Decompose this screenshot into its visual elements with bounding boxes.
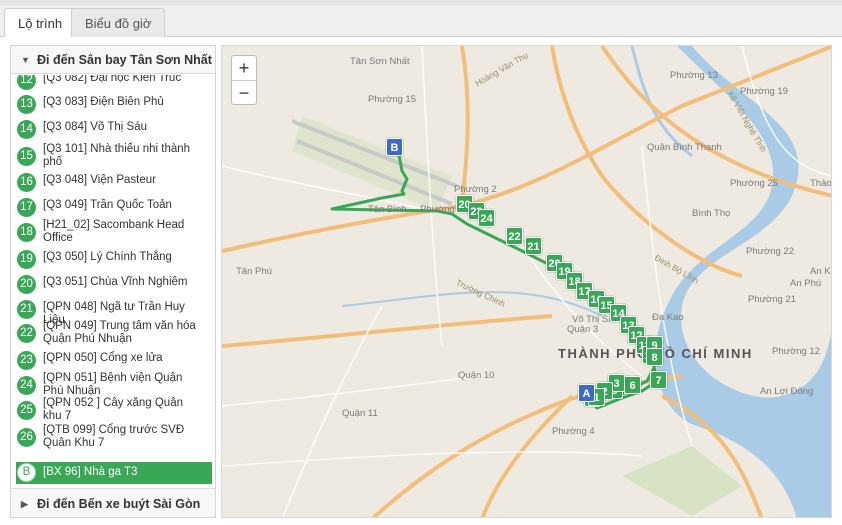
map-label: Phường 13	[670, 70, 718, 81]
stop-item-14[interactable]: 14 [Q3 084] Võ Thị Sáu	[17, 120, 211, 139]
map-label: An Lợi Đông	[760, 386, 814, 397]
map-marker-b[interactable]: B	[386, 138, 403, 156]
stop-list[interactable]: 12 [Q3 082] Đại học Kiến Trúc 13 [Q3 083…	[11, 75, 215, 487]
stop-name: [Q3 101] Nhà thiếu nhi thành phố	[43, 143, 191, 168]
stop-item-12[interactable]: 12 [Q3 082] Đại học Kiến Trúc	[17, 75, 211, 90]
map-label: Phường 19	[740, 86, 788, 97]
stop-item-20[interactable]: 20 [Q3 051] Chùa Vĩnh Nghiêm	[17, 275, 211, 294]
route-outbound-header[interactable]: ▼ Đi đến Sân bay Tân Sơn Nhất	[11, 46, 215, 74]
stop-name: [Q3 051] Chùa Vĩnh Nghiêm	[43, 276, 188, 288]
stop-number-badge: 25	[17, 401, 36, 420]
stop-number-badge: 15	[17, 147, 36, 166]
map-stop-marker[interactable]: 21	[525, 237, 542, 255]
stop-number-badge: 21	[17, 300, 36, 319]
route-outbound-title: Đi đến Sân bay Tân Sơn Nhất	[37, 53, 212, 67]
map-label: Thảo	[810, 178, 832, 189]
map-label: Phường 22	[746, 246, 794, 257]
stop-name: [Q3 048] Viện Pasteur	[43, 174, 156, 186]
main-content: ▼ Đi đến Sân bay Tân Sơn Nhất 12 [Q3 082…	[0, 37, 842, 525]
map-label: Tân Phú	[236, 266, 272, 277]
stop-name: [QPN 052 ] Cây xăng Quân khu 7	[43, 397, 183, 422]
map-stop-marker[interactable]: 22	[506, 227, 523, 245]
stop-name: [QPN 049] Trung tâm văn hóa Quận Phú Nhu…	[43, 320, 196, 345]
zoom-in-button[interactable]: +	[232, 56, 256, 80]
stop-item-16[interactable]: 16 [Q3 048] Viện Pasteur	[17, 173, 211, 192]
stop-name: [Q3 083] Điện Biên Phủ	[43, 96, 164, 108]
map-stop-marker[interactable]: 8	[646, 348, 663, 366]
stop-item-17[interactable]: 17 [Q3 049] Trần Quốc Toản	[17, 198, 211, 217]
map-label: Quận Bình Thạnh	[647, 142, 722, 153]
stop-number-badge: 20	[17, 275, 36, 294]
caret-right-icon: ▶	[21, 499, 28, 509]
map-label: Bình Thọ	[692, 208, 731, 219]
stop-name: [Q3 084] Võ Thị Sáu	[43, 121, 147, 133]
stop-name: [QPN 051] Bệnh viện Quận Phú Nhuận	[43, 372, 183, 397]
stop-number-badge: 13	[17, 95, 36, 114]
canal	[630, 46, 693, 158]
stop-item-24[interactable]: 24 [QPN 051] Bệnh viện Quận Phú Nhuận	[17, 372, 211, 398]
zoom-control: + −	[231, 55, 257, 105]
stop-name: [Q3 049] Trần Quốc Toản	[43, 199, 172, 211]
stop-item-22[interactable]: 22 [QPN 049] Trung tâm văn hóa Quận Phú …	[17, 320, 211, 346]
stop-number-badge: 23	[17, 351, 36, 370]
map-label: Tân Bình	[368, 204, 407, 215]
stop-item-b-selected[interactable]: B [BX 96] Nhà ga T3	[16, 462, 212, 484]
route-sidebar: ▼ Đi đến Sân bay Tân Sơn Nhất 12 [Q3 082…	[10, 45, 216, 518]
stop-item-15[interactable]: 15 [Q3 101] Nhà thiếu nhi thành phố	[17, 143, 211, 169]
map-stop-marker[interactable]: 7	[650, 371, 667, 389]
stop-number-badge: 17	[17, 198, 36, 217]
map-label: Phường 25	[730, 178, 778, 189]
map-label: Phường 2	[454, 184, 497, 195]
stop-number-badge: 14	[17, 120, 36, 139]
stop-number-badge: 18	[17, 223, 36, 242]
map-label: Phường 12	[772, 346, 820, 357]
stop-name: [H21_02] Sacombank Head Office	[43, 219, 185, 244]
tab-schedule[interactable]: Biểu đồ giờ	[71, 8, 166, 37]
map-label: Phường 4	[552, 426, 595, 437]
map-label: Quận 3	[567, 324, 599, 335]
map-stop-marker[interactable]: 24	[478, 209, 495, 227]
map-label: Quận 10	[458, 370, 495, 381]
map-label: An Khánh	[810, 266, 831, 277]
map-label: Phường 21	[748, 294, 796, 305]
stop-number-badge: 26	[17, 428, 36, 447]
map-label: Đa Kao	[652, 312, 684, 323]
map-label: Quận 11	[342, 408, 378, 419]
stop-item-18[interactable]: 18 [H21_02] Sacombank Head Office	[17, 219, 211, 245]
map-stop-marker[interactable]: 6	[624, 376, 641, 394]
stop-number-badge: B	[17, 463, 36, 482]
caret-down-icon: ▼	[21, 55, 30, 65]
stop-name: [Q3 050] Lý Chính Thắng	[43, 251, 172, 263]
tab-bar: Lộ trình Biểu đồ giờ	[0, 6, 842, 38]
map-label: Phường 15	[368, 94, 416, 105]
route-map[interactable]: + − Tân Sơn Nhất Phường 15 Phường 2 Tân …	[221, 45, 832, 518]
stop-number-badge: 24	[17, 376, 36, 395]
route-return-header[interactable]: ▶ Đi đến Bến xe buýt Sài Gòn	[11, 488, 215, 517]
stop-item-13[interactable]: 13 [Q3 083] Điện Biên Phủ	[17, 95, 211, 114]
stop-number-badge: 22	[17, 324, 36, 343]
stop-item-19[interactable]: 19 [Q3 050] Lý Chính Thắng	[17, 250, 211, 269]
tab-route[interactable]: Lộ trình	[4, 8, 77, 38]
stop-name: [QPN 050] Cổng xe lửa	[43, 352, 163, 364]
route-return-title: Đi đến Bến xe buýt Sài Gòn	[37, 497, 201, 511]
zoom-out-button[interactable]: −	[232, 80, 256, 104]
stop-name: [BX 96] Nhà ga T3	[43, 466, 138, 478]
map-label: An Phú	[790, 278, 822, 289]
stop-item-25[interactable]: 25 [QPN 052 ] Cây xăng Quân khu 7	[17, 397, 211, 423]
stop-name: [QTB 099] Cổng trước SVĐ Quân Khu 7	[43, 424, 185, 449]
stop-name: [Q3 082] Đại học Kiến Trúc	[43, 75, 182, 84]
stop-number-badge: 19	[17, 250, 36, 269]
map-label: Tân Sơn Nhất	[350, 56, 410, 67]
map-marker-a[interactable]: A	[578, 384, 595, 402]
stop-item-26[interactable]: 26 [QTB 099] Cổng trước SVĐ Quân Khu 7	[17, 424, 211, 450]
stop-item-23[interactable]: 23 [QPN 050] Cổng xe lửa	[17, 351, 211, 370]
stop-number-badge: 12	[17, 75, 36, 90]
stop-number-badge: 16	[17, 173, 36, 192]
